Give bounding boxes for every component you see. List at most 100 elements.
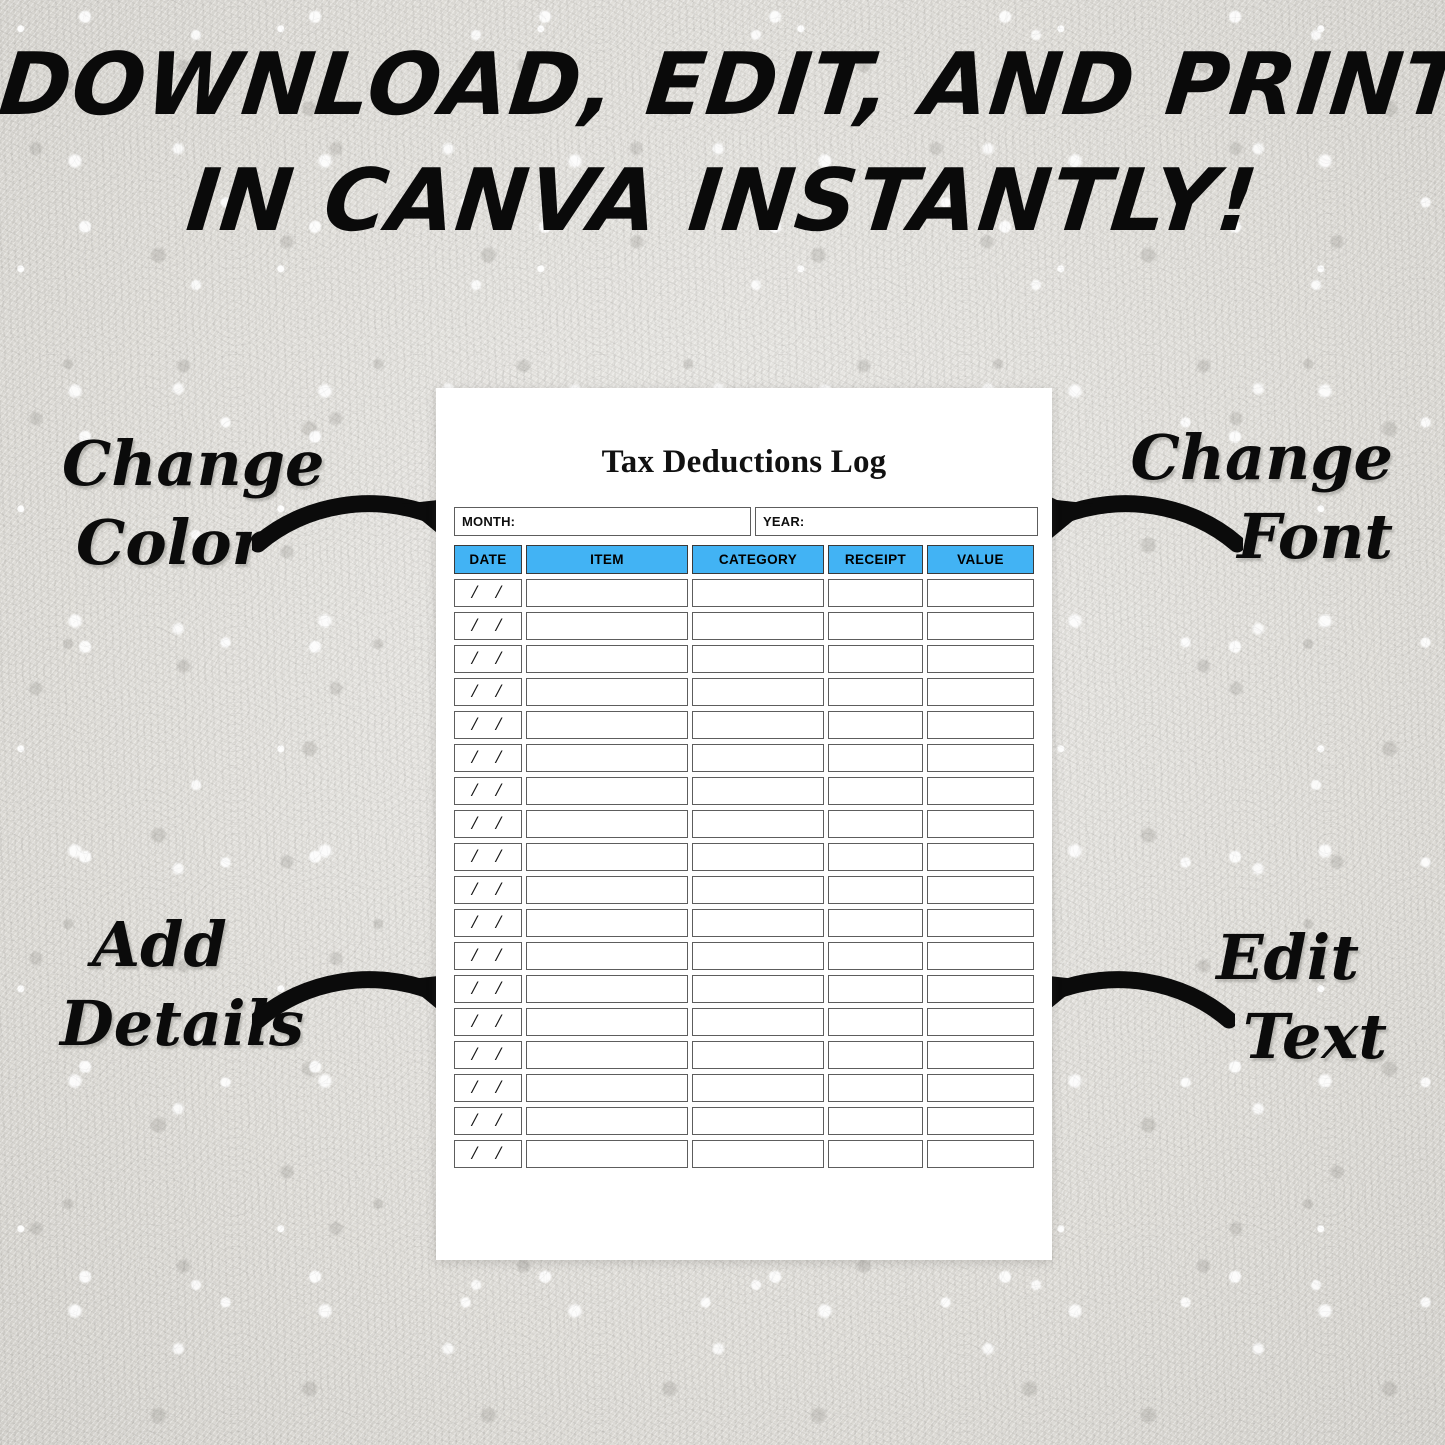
cell-date[interactable]: / / — [454, 909, 522, 937]
cell-date[interactable]: / / — [454, 1107, 522, 1135]
cell-receipt[interactable] — [828, 1107, 923, 1135]
cell-item[interactable] — [526, 876, 688, 904]
cell-receipt[interactable] — [828, 975, 923, 1003]
date-slash-marks: / / — [471, 714, 509, 735]
cell-category[interactable] — [692, 876, 824, 904]
cell-value[interactable] — [927, 678, 1034, 706]
cell-item[interactable] — [526, 909, 688, 937]
cell-value[interactable] — [927, 777, 1034, 805]
cell-item[interactable] — [526, 579, 688, 607]
cell-category[interactable] — [692, 1140, 824, 1168]
cell-category[interactable] — [692, 942, 824, 970]
table-body: / / / / / / / / / / / / / / / / / / / / / / / / / / /… — [454, 579, 1038, 1168]
cell-receipt[interactable] — [828, 645, 923, 673]
cell-value[interactable] — [927, 942, 1034, 970]
cell-receipt[interactable] — [828, 843, 923, 871]
cell-category[interactable] — [692, 777, 824, 805]
cell-value[interactable] — [927, 1008, 1034, 1036]
cell-value[interactable] — [927, 711, 1034, 739]
cell-receipt[interactable] — [828, 678, 923, 706]
cell-date[interactable]: / / — [454, 1140, 522, 1168]
cell-category[interactable] — [692, 645, 824, 673]
cell-category[interactable] — [692, 1008, 824, 1036]
cell-date[interactable]: / / — [454, 1041, 522, 1069]
cell-category[interactable] — [692, 1074, 824, 1102]
date-slash-marks: / / — [471, 1011, 509, 1032]
cell-value[interactable] — [927, 909, 1034, 937]
cell-receipt[interactable] — [828, 909, 923, 937]
cell-category[interactable] — [692, 975, 824, 1003]
cell-value[interactable] — [927, 645, 1034, 673]
cell-receipt[interactable] — [828, 810, 923, 838]
cell-category[interactable] — [692, 612, 824, 640]
cell-value[interactable] — [927, 810, 1034, 838]
cell-date[interactable]: / / — [454, 777, 522, 805]
cell-category[interactable] — [692, 1107, 824, 1135]
cell-value[interactable] — [927, 1107, 1034, 1135]
cell-category[interactable] — [692, 1041, 824, 1069]
cell-date[interactable]: / / — [454, 876, 522, 904]
cell-item[interactable] — [526, 1008, 688, 1036]
cell-item[interactable] — [526, 942, 688, 970]
cell-date[interactable]: / / — [454, 942, 522, 970]
cell-item[interactable] — [526, 975, 688, 1003]
cell-category[interactable] — [692, 810, 824, 838]
cell-receipt[interactable] — [828, 612, 923, 640]
cell-value[interactable] — [927, 1041, 1034, 1069]
cell-date[interactable]: / / — [454, 810, 522, 838]
annotation-change-font-line1: Change — [1130, 421, 1393, 494]
annotation-add-details-line1: Add — [92, 908, 227, 981]
cell-item[interactable] — [526, 1041, 688, 1069]
cell-receipt[interactable] — [828, 1008, 923, 1036]
cell-date[interactable]: / / — [454, 1074, 522, 1102]
table-row: / / — [454, 909, 1038, 937]
cell-category[interactable] — [692, 843, 824, 871]
cell-item[interactable] — [526, 1074, 688, 1102]
cell-item[interactable] — [526, 843, 688, 871]
table-row: / / — [454, 744, 1038, 772]
cell-receipt[interactable] — [828, 777, 923, 805]
cell-value[interactable] — [927, 876, 1034, 904]
cell-value[interactable] — [927, 1074, 1034, 1102]
cell-category[interactable] — [692, 678, 824, 706]
cell-value[interactable] — [927, 975, 1034, 1003]
cell-value[interactable] — [927, 612, 1034, 640]
cell-item[interactable] — [526, 711, 688, 739]
cell-value[interactable] — [927, 843, 1034, 871]
cell-value[interactable] — [927, 1140, 1034, 1168]
cell-item[interactable] — [526, 744, 688, 772]
cell-date[interactable]: / / — [454, 843, 522, 871]
cell-date[interactable]: / / — [454, 579, 522, 607]
cell-date[interactable]: / / — [454, 1008, 522, 1036]
cell-item[interactable] — [526, 612, 688, 640]
cell-date[interactable]: / / — [454, 645, 522, 673]
cell-receipt[interactable] — [828, 579, 923, 607]
cell-date[interactable]: / / — [454, 744, 522, 772]
cell-value[interactable] — [927, 579, 1034, 607]
cell-category[interactable] — [692, 909, 824, 937]
cell-receipt[interactable] — [828, 942, 923, 970]
cell-date[interactable]: / / — [454, 975, 522, 1003]
cell-receipt[interactable] — [828, 876, 923, 904]
cell-receipt[interactable] — [828, 1041, 923, 1069]
cell-date[interactable]: / / — [454, 678, 522, 706]
cell-item[interactable] — [526, 645, 688, 673]
month-field[interactable]: MONTH: — [454, 507, 751, 536]
cell-value[interactable] — [927, 744, 1034, 772]
table-row: / / — [454, 645, 1038, 673]
cell-category[interactable] — [692, 744, 824, 772]
cell-item[interactable] — [526, 810, 688, 838]
cell-receipt[interactable] — [828, 1074, 923, 1102]
cell-receipt[interactable] — [828, 744, 923, 772]
year-field[interactable]: YEAR: — [755, 507, 1038, 536]
cell-receipt[interactable] — [828, 1140, 923, 1168]
cell-date[interactable]: / / — [454, 612, 522, 640]
cell-item[interactable] — [526, 1140, 688, 1168]
cell-date[interactable]: / / — [454, 711, 522, 739]
cell-item[interactable] — [526, 777, 688, 805]
cell-item[interactable] — [526, 678, 688, 706]
cell-item[interactable] — [526, 1107, 688, 1135]
cell-category[interactable] — [692, 711, 824, 739]
cell-category[interactable] — [692, 579, 824, 607]
cell-receipt[interactable] — [828, 711, 923, 739]
